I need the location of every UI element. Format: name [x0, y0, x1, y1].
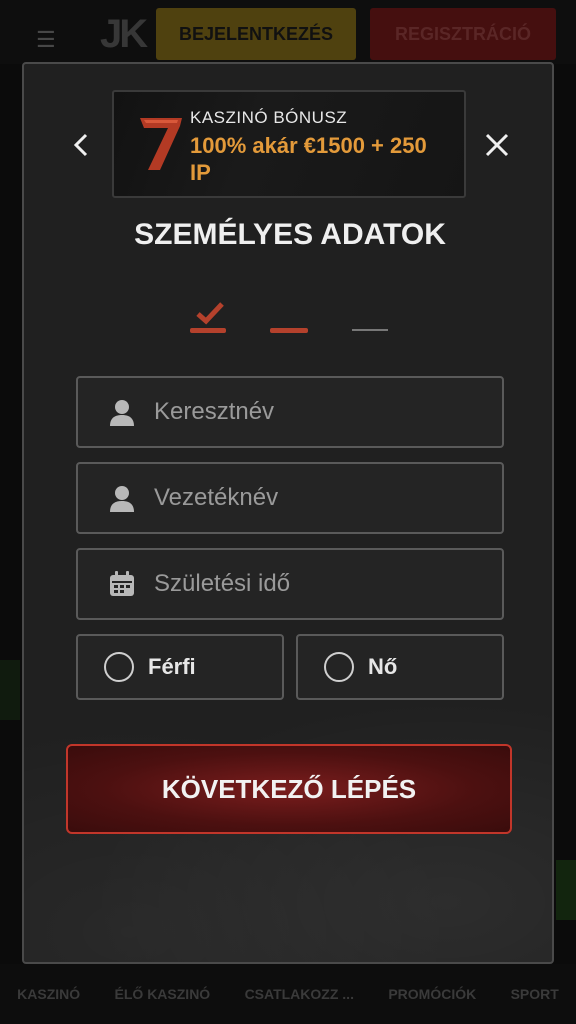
registration-modal: KASZINÓ BÓNUSZ 100% akár €1500 + 250 IP … [22, 62, 554, 964]
next-step-button[interactable]: KÖVETKEZŐ LÉPÉS [66, 744, 512, 834]
step-2-indicator [270, 328, 308, 333]
form-heading: SZEMÉLYES ADATOK [134, 218, 446, 251]
step-indicator [24, 294, 552, 344]
birthdate-field[interactable]: Születési idő [76, 548, 504, 620]
gender-male-label: Férfi [148, 654, 196, 679]
checkmark-icon [190, 294, 226, 334]
user-icon [108, 484, 136, 512]
radio-circle-icon [324, 652, 354, 682]
bonus-banner: KASZINÓ BÓNUSZ 100% akár €1500 + 250 IP [112, 90, 466, 198]
gender-female-radio[interactable]: Nő [296, 634, 504, 700]
gender-male-radio[interactable]: Férfi [76, 634, 284, 700]
step-3-indicator [352, 329, 388, 331]
gender-female-label: Nő [368, 654, 398, 679]
user-icon [108, 398, 136, 426]
chevron-left-icon[interactable] [70, 130, 94, 160]
radio-circle-icon [104, 652, 134, 682]
close-icon[interactable] [484, 132, 510, 158]
birthdate-placeholder: Születési idő [154, 570, 291, 597]
last-name-placeholder: Vezetéknév [154, 484, 279, 511]
last-name-field[interactable]: Vezetéknév [76, 462, 504, 534]
calendar-icon [108, 570, 136, 598]
bonus-title: KASZINÓ BÓNUSZ [190, 108, 348, 127]
seven-logo-icon [136, 110, 186, 174]
bonus-offer: 100% akár €1500 + 250 IP [190, 133, 427, 185]
first-name-field[interactable]: Keresztnév [76, 376, 504, 448]
first-name-placeholder: Keresztnév [154, 398, 275, 425]
